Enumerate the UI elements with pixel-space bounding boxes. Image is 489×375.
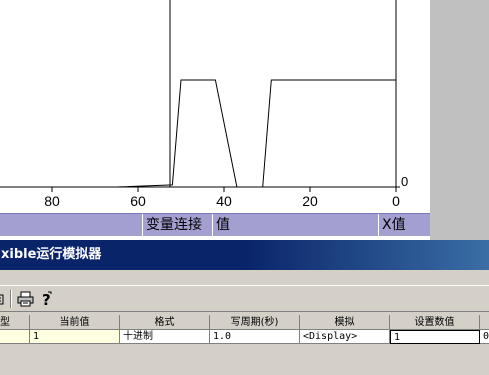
col-format[interactable]: 格式 (120, 315, 210, 330)
simulator-title: xible运行模拟器 (1, 247, 102, 262)
x-tick-label: 40 (216, 193, 232, 209)
cell-current-value[interactable]: 1 (30, 330, 120, 344)
x-tick-label: 0 (392, 193, 400, 209)
y-axis-zero-label: 0 (401, 174, 409, 189)
simulator-menu-area (0, 270, 489, 285)
simulator-toolbar: ? (0, 285, 489, 312)
trend-line (0, 79, 396, 188)
col-value[interactable]: 值 (212, 214, 378, 236)
x-axis-ticks (51, 187, 397, 192)
cell-write-cycle[interactable]: 1.0 (210, 330, 300, 344)
cell-type[interactable] (0, 330, 30, 344)
col-variable-connection[interactable]: 变量连接 (142, 214, 212, 236)
cell-set-value[interactable]: 1 (390, 330, 480, 344)
col-extra[interactable] (480, 315, 489, 330)
variable-header-strip: 变量连接 值 X值 (0, 213, 430, 236)
x-tick-label: 60 (130, 193, 146, 209)
svg-text:?: ? (42, 291, 51, 307)
col-x-value[interactable]: X值 (378, 214, 430, 236)
cell-format[interactable]: 十进制 (120, 330, 210, 344)
partial-toolbar-icon[interactable] (0, 290, 8, 308)
cell-extra[interactable]: 0 (480, 330, 489, 344)
cell-simulation[interactable]: <Display> (300, 330, 390, 344)
trend-chart (0, 0, 400, 192)
x-tick-label: 20 (302, 193, 318, 209)
grid-header: 型 当前值 格式 写周期(秒) 模拟 设置数值 (0, 315, 489, 330)
table-row[interactable]: 1 十进制 1.0 <Display> 1 0 (0, 330, 489, 344)
simulator-title-bar[interactable]: xible运行模拟器 (0, 240, 489, 270)
col-simulation[interactable]: 模拟 (300, 315, 390, 330)
printer-icon[interactable] (16, 290, 36, 308)
col-write-cycle[interactable]: 写周期(秒) (210, 315, 300, 330)
x-tick-label: 80 (44, 193, 60, 209)
col-set-value[interactable]: 设置数值 (390, 315, 480, 330)
col-type[interactable]: 型 (0, 315, 30, 330)
col-current-value[interactable]: 当前值 (30, 315, 120, 330)
help-icon[interactable]: ? (37, 290, 57, 308)
toolbar-separator (10, 290, 12, 308)
right-panel-background (430, 0, 489, 240)
